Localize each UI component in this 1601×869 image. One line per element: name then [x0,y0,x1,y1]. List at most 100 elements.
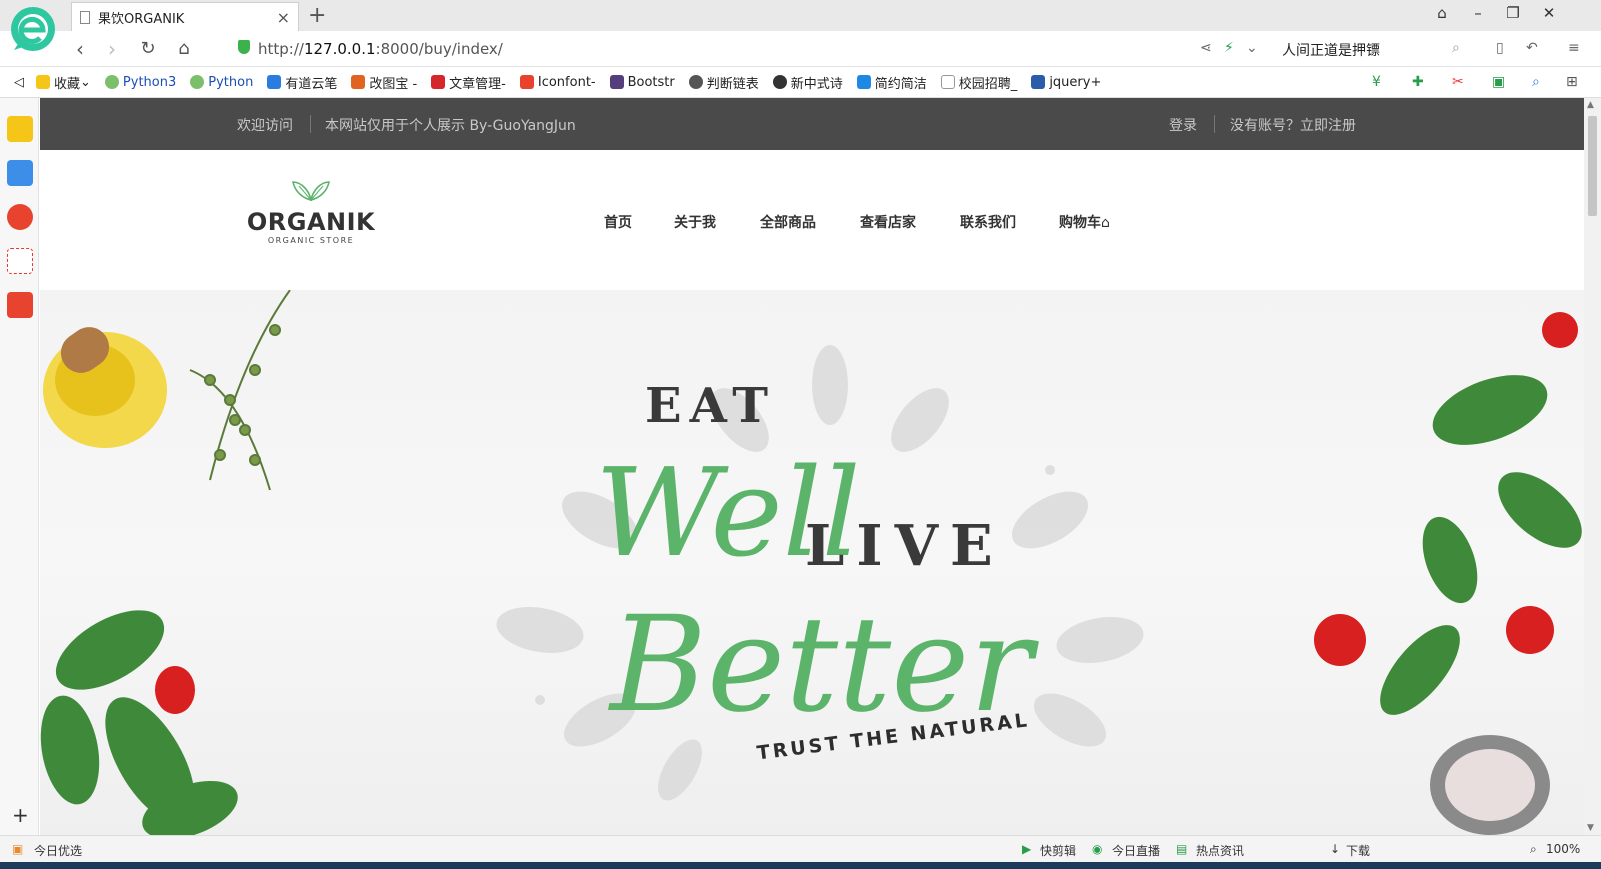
reload-button[interactable]: ↻ [136,38,160,59]
back-button[interactable]: ‹ [68,37,92,61]
bookmark-item[interactable]: jquery+ [1031,75,1101,90]
game-icon[interactable] [7,292,33,318]
clip-icon: ▶ [1022,842,1032,856]
address-bar: ‹ › ↻ ⌂ http://127.0.0.1:8000/buy/index/… [0,31,1601,67]
close-tab-icon[interactable]: × [277,8,290,27]
live-icon: ◉ [1092,842,1103,856]
search-input[interactable]: 人间正道是押镖 [1282,40,1380,60]
bookmark-item[interactable]: 收藏 ⌄ [36,73,91,92]
document-icon [940,75,955,89]
bookmarks-bar: ◁ 收藏 ⌄ Python3 Python 有道云笔 改图宝 - 文章管理- I… [0,67,1601,98]
mail-icon[interactable] [7,248,33,274]
search-icon[interactable]: ⌕ [1452,40,1460,56]
nav-contact[interactable]: 联系我们 [960,212,1016,232]
tomato-decoration [1314,614,1366,666]
chevron-down-icon[interactable]: ⌄ [1246,40,1258,56]
nav-products[interactable]: 全部商品 [760,212,816,232]
weibo-icon[interactable] [7,204,33,230]
browser-tab[interactable]: 果饮ORGANIK × [71,2,299,31]
nav-home[interactable]: 首页 [604,212,632,232]
bookmark-item[interactable]: 新中式诗 [772,73,843,92]
login-link[interactable]: 登录 [1169,115,1197,135]
zoom-level[interactable]: 100% [1546,842,1580,856]
site-icon [1031,75,1046,89]
page-scrollbar[interactable]: ▲ ▼ [1584,98,1601,835]
close-window-button[interactable]: ✕ [1539,4,1559,22]
nav-stores[interactable]: 查看店家 [860,212,916,232]
site-icon [772,75,787,89]
document-icon [80,10,90,24]
daily-picks-link[interactable]: 今日优选 [34,842,82,859]
bookmark-item[interactable]: Python [190,75,253,90]
restore-button[interactable]: ❐ [1503,4,1523,22]
shirt-skin-icon[interactable]: ⌂ [1432,4,1452,22]
note-icon [267,75,282,89]
game-icon[interactable]: ▣ [1492,74,1505,90]
scroll-up-icon[interactable]: ▲ [1587,100,1594,110]
security-shield-icon [238,40,250,54]
spinach-decoration [40,610,238,835]
mobile-icon[interactable]: ▯ [1496,40,1504,56]
status-download[interactable]: 下载 [1346,842,1370,859]
hero-illustration: EAT Well LIVE Better TRUST THE NATURAL [40,290,1582,835]
bookmark-item[interactable]: 判断链表 [688,73,759,92]
welcome-text: 欢迎访问 [237,118,293,134]
translate-icon[interactable]: ✚ [1412,74,1424,90]
nav-about[interactable]: 关于我 [674,212,716,232]
bookmark-item[interactable]: 文章管理- [431,73,506,92]
os-taskbar [0,862,1601,869]
oil-bottle-decoration [43,327,167,448]
tab-title: 果饮ORGANIK [98,11,185,27]
zoom-icon: ⌕ [1530,842,1537,856]
site-topbar: 欢迎访问 本网站仅用于个人展示 By-GuoYangJun 登录 没有账号？立即… [40,98,1584,150]
minimize-button[interactable]: – [1468,4,1488,22]
bookmark-item[interactable]: Bootstr [609,75,675,90]
collapse-sidebar-icon[interactable]: ◁ [14,75,24,90]
spinach-decoration [1380,375,1582,715]
news-icon: ▤ [1176,842,1188,856]
site-header: ORGANIK ORGANIC STORE 首页 关于我 全部商品 查看店家 联… [40,150,1584,290]
scissors-icon[interactable]: ✂ [1452,74,1464,90]
add-icon[interactable]: + [12,803,29,827]
menu-icon[interactable]: ≡ [1568,40,1580,56]
site-logo[interactable]: ORGANIK ORGANIC STORE [236,176,386,245]
yen-icon[interactable]: ¥ [1372,74,1381,90]
site-icon [190,75,205,89]
iconfont-icon [519,75,534,89]
bag-icon: ⌂ [1101,215,1110,231]
search-icon[interactable]: ⌕ [1532,74,1540,90]
tomato-decoration [1506,606,1554,654]
bookmark-item[interactable]: 简约简洁 [856,73,927,92]
image-icon [351,75,366,89]
tomato-decoration [1542,312,1578,348]
bookmark-item[interactable]: 校园招聘_ [940,73,1017,92]
url-field[interactable]: http://127.0.0.1:8000/buy/index/ [258,40,503,58]
status-live[interactable]: 今日直播 [1112,842,1160,859]
undo-icon[interactable]: ↶ [1526,40,1538,56]
home-button[interactable]: ⌂ [172,38,196,59]
thyme-decoration [189,290,291,491]
browser-titlebar: 果饮ORGANIK × + ⌂ – ❐ ✕ [0,0,1601,31]
status-clip[interactable]: 快剪辑 [1040,842,1076,859]
browser-logo-icon[interactable] [10,6,56,52]
bookmark-item[interactable]: Iconfont- [519,75,596,90]
news-icon[interactable] [7,160,33,186]
hero-line-live: LIVE [805,513,1005,579]
status-news[interactable]: 热点资讯 [1196,842,1244,859]
favorites-icon[interactable] [7,116,33,142]
site-icon [104,75,119,89]
apps-grid-icon[interactable]: ⊞ [1566,74,1578,90]
forward-button[interactable]: › [100,37,124,61]
logo-name: ORGANIK [246,208,376,236]
share-icon[interactable]: ⋖ [1200,40,1212,56]
bookmark-item[interactable]: 有道云笔 [267,73,337,92]
lightning-icon[interactable]: ⚡ [1224,40,1234,56]
register-link[interactable]: 没有账号？立即注册 [1230,115,1356,135]
bookmark-item[interactable]: 改图宝 - [351,73,417,92]
scroll-down-icon[interactable]: ▼ [1587,823,1594,833]
nav-cart[interactable]: 购物车⌂ [1059,212,1110,232]
bookmark-item[interactable]: Python3 [104,75,176,90]
divider [310,115,311,133]
new-tab-button[interactable]: + [308,3,326,28]
scrollbar-thumb[interactable] [1588,116,1597,216]
